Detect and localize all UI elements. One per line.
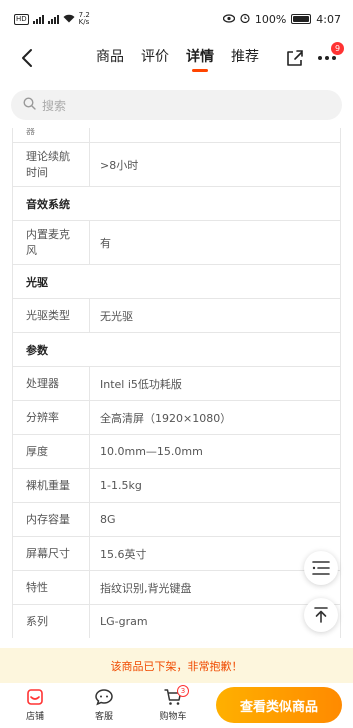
service-label: 客服 xyxy=(94,712,113,722)
scroll-top-icon[interactable] xyxy=(304,598,338,632)
view-similar-button[interactable]: 查看类似商品 xyxy=(216,687,342,723)
status-bar: HD 7.2 K/s 100% 4:07 xyxy=(0,0,353,38)
status-right: 100% 4:07 xyxy=(222,12,341,26)
bottom-bar: 店铺 客服 3 购物车 查看类似商品 xyxy=(0,683,353,728)
spec-table-viewport: 器 理论续航时间 >8小时 音效系统 内置麦克风 有 光驱 光驱类型 无光驱 参… xyxy=(12,128,341,648)
back-icon[interactable] xyxy=(16,46,40,70)
cart-button[interactable]: 3 购物车 xyxy=(153,685,193,722)
battery-percent: 100% xyxy=(254,12,287,26)
spec-key: 裸机重量 xyxy=(13,469,90,502)
spec-key: 分辨率 xyxy=(13,401,90,434)
service-button[interactable]: 客服 xyxy=(84,687,124,722)
spec-section: 光驱 xyxy=(13,264,340,298)
spec-value: LG-gram xyxy=(100,615,148,628)
spec-value: 指纹识别,背光键盘 xyxy=(100,581,192,595)
spec-value: Intel i5低功耗版 xyxy=(100,377,182,391)
spec-row: 厚度 10.0mm—15.0mm xyxy=(13,434,340,468)
spec-row: 光驱类型 无光驱 xyxy=(13,298,340,332)
spec-key: 处理器 xyxy=(13,367,90,400)
status-left: HD 7.2 K/s xyxy=(14,12,90,26)
spec-row: 裸机重量 1-1.5kg xyxy=(13,468,340,502)
store-label: 店铺 xyxy=(25,712,44,722)
spec-value: 有 xyxy=(100,236,111,250)
tab-product[interactable]: 商品 xyxy=(96,46,124,68)
delisted-notice: 该商品已下架，非常抱歉！ xyxy=(0,648,353,683)
spec-key: 内存容量 xyxy=(13,503,90,536)
spec-row: 屏幕尺寸 15.6英寸 xyxy=(13,536,340,570)
spec-row-partial: 器 xyxy=(13,128,340,142)
chat-icon xyxy=(95,689,113,706)
spec-value: 10.0mm—15.0mm xyxy=(100,445,203,458)
clock: 4:07 xyxy=(316,12,341,26)
spec-key: 理论续航时间 xyxy=(13,143,90,186)
spec-table: 器 理论续航时间 >8小时 音效系统 内置麦克风 有 光驱 光驱类型 无光驱 参… xyxy=(12,128,341,638)
spec-value: 1-1.5kg xyxy=(100,479,142,492)
spec-row: 系列 LG-gram xyxy=(13,604,340,638)
list-icon[interactable] xyxy=(304,551,338,585)
spec-row: 理论续航时间 >8小时 xyxy=(13,142,340,186)
search-icon xyxy=(23,97,36,113)
spec-value: 无光驱 xyxy=(100,309,133,323)
spec-key: 光驱类型 xyxy=(13,299,90,332)
spec-section: 参数 xyxy=(13,332,340,366)
store-button[interactable]: 店铺 xyxy=(15,687,55,722)
spec-key: 内置麦克风 xyxy=(13,221,90,264)
spec-key: 器 xyxy=(13,128,90,142)
spec-row: 分辨率 全高清屏（1920×1080） xyxy=(13,400,340,434)
spec-value: 15.6英寸 xyxy=(100,547,147,561)
store-icon xyxy=(27,689,43,705)
spec-key: 屏幕尺寸 xyxy=(13,537,90,570)
spec-row: 特性 指纹识别,背光键盘 xyxy=(13,570,340,604)
tab-recommend[interactable]: 推荐 xyxy=(231,46,259,68)
search-bar[interactable]: 搜索 xyxy=(11,90,342,120)
hd-indicator: HD xyxy=(14,13,29,25)
tab-reviews[interactable]: 评价 xyxy=(141,46,169,68)
signal-icon-2 xyxy=(47,14,59,24)
cart-label: 购物车 xyxy=(159,712,187,722)
alarm-icon xyxy=(240,13,250,26)
spec-value xyxy=(90,128,340,142)
tab-bar: 商品 评价 详情 推荐 xyxy=(96,46,259,72)
spec-row: 内存容量 8G xyxy=(13,502,340,536)
net-speed: 7.2 K/s xyxy=(78,11,90,26)
spec-section: 音效系统 xyxy=(13,186,340,220)
cart-badge: 3 xyxy=(177,685,189,697)
search-placeholder: 搜索 xyxy=(42,98,67,113)
spec-row: 处理器 Intel i5低功耗版 xyxy=(13,366,340,400)
share-icon[interactable] xyxy=(284,47,306,69)
more-badge: 9 xyxy=(331,42,344,55)
battery-icon xyxy=(291,14,312,24)
spec-key: 厚度 xyxy=(13,435,90,468)
eye-icon xyxy=(222,13,235,26)
spec-row: 内置麦克风 有 xyxy=(13,220,340,264)
spec-value: 8G xyxy=(100,513,116,526)
wifi-icon xyxy=(63,14,75,25)
spec-value: 全高清屏（1920×1080） xyxy=(100,411,232,425)
tab-details[interactable]: 详情 xyxy=(186,46,214,72)
spec-key: 特性 xyxy=(13,571,90,604)
header-nav: 商品 评价 详情 推荐 9 xyxy=(0,38,353,78)
spec-key: 系列 xyxy=(13,605,90,638)
spec-value: >8小时 xyxy=(100,158,139,172)
signal-icon xyxy=(32,14,44,24)
